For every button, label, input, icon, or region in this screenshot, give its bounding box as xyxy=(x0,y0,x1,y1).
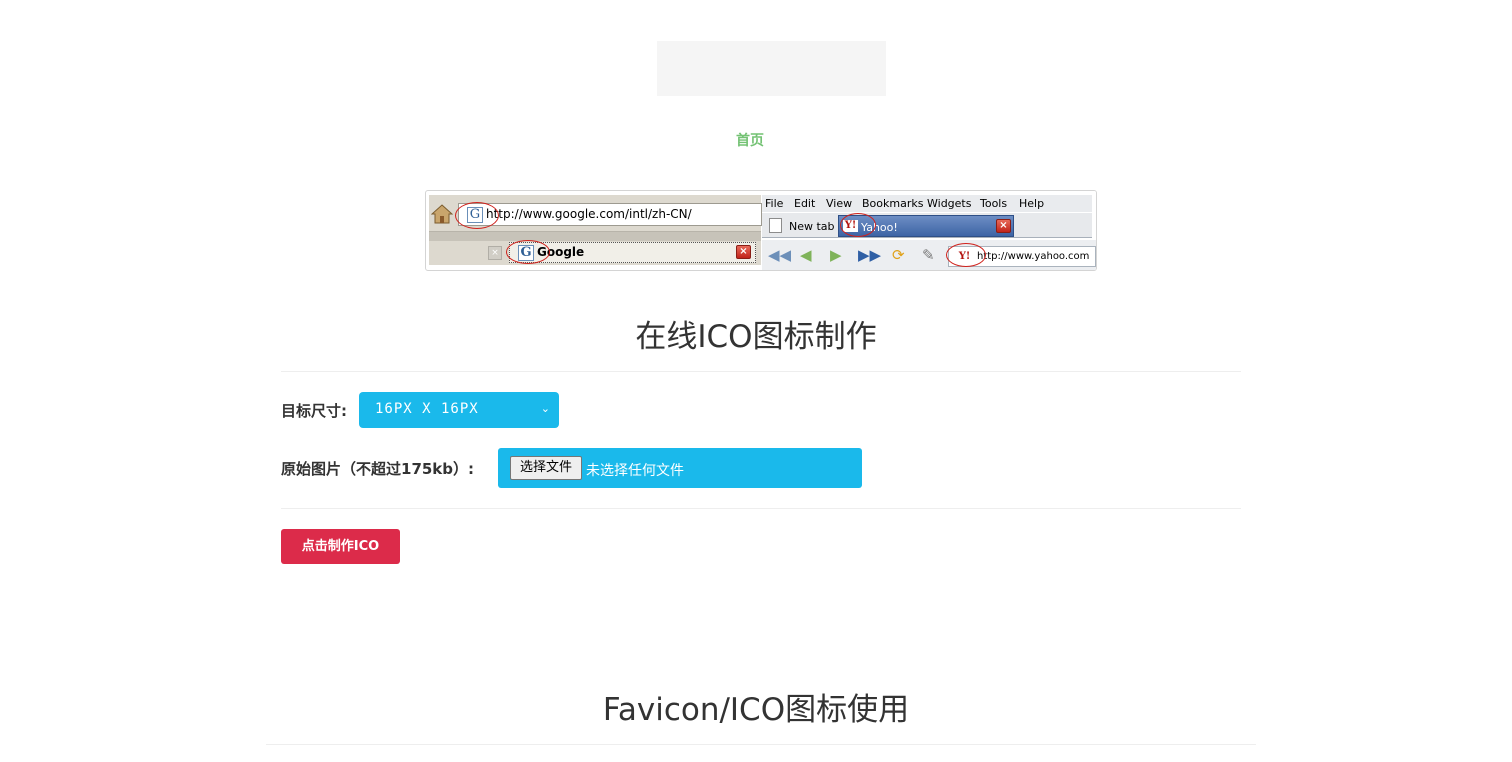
file-input[interactable]: 选择文件 未选择任何文件 xyxy=(498,448,862,488)
choose-file-button[interactable]: 选择文件 xyxy=(510,456,582,480)
pen-icon: ✎ xyxy=(922,246,935,264)
divider xyxy=(281,508,1241,509)
menu-item-widgets: Widgets xyxy=(927,197,972,210)
new-tab: New tab xyxy=(765,215,839,237)
size-select[interactable]: 16PX X 16PX ⌄ xyxy=(359,392,559,428)
size-label: 目标尺寸: xyxy=(281,402,347,420)
close-icon: × xyxy=(996,219,1011,233)
nav-home-link[interactable]: 首页 xyxy=(736,130,764,150)
menu-bar: File Edit View Bookmarks Widgets Tools H… xyxy=(762,195,1092,212)
favicon-demo-image: G http://www.google.com/intl/zh-CN/ × G … xyxy=(425,190,1097,271)
google-address-bar: G http://www.google.com/intl/zh-CN/ xyxy=(458,203,762,226)
highlight-oval xyxy=(946,243,986,267)
yahoo-url-text: http://www.yahoo.com xyxy=(977,251,1090,262)
close-icon: × xyxy=(488,246,502,260)
chevron-down-icon: ⌄ xyxy=(540,402,551,415)
make-ico-button[interactable]: 点击制作ICO xyxy=(281,529,400,564)
back-icon: ◀ xyxy=(800,246,812,264)
fast-forward-icon: ▶▶ xyxy=(858,246,882,264)
new-tab-label: New tab xyxy=(789,220,835,233)
reload-icon: ⟳ xyxy=(892,246,905,264)
yahoo-browser-demo: File Edit View Bookmarks Widgets Tools H… xyxy=(762,191,1096,270)
divider xyxy=(281,371,1241,372)
navigation-toolbar: ◀◀ ◀ ▶ ▶▶ ⟳ ✎ Y! http://www.yahoo.com xyxy=(762,240,1096,270)
menu-item-tools: Tools xyxy=(980,197,1008,210)
toolbar-divider xyxy=(429,231,761,241)
google-browser-demo: G http://www.google.com/intl/zh-CN/ × G … xyxy=(429,195,762,265)
forward-icon: ▶ xyxy=(830,246,842,264)
highlight-oval xyxy=(840,213,876,237)
google-url-text: http://www.google.com/intl/zh-CN/ xyxy=(486,207,692,221)
highlight-oval xyxy=(506,240,550,264)
size-select-value: 16PX X 16PX xyxy=(375,401,479,417)
menu-item-file: File xyxy=(765,197,784,210)
home-icon xyxy=(431,204,453,224)
section-title: Favicon/ICO图标使用 xyxy=(602,692,910,728)
menu-item-view: View xyxy=(826,197,853,210)
page-title: 在线ICO图标制作 xyxy=(635,319,877,355)
divider xyxy=(266,744,1256,745)
rewind-icon: ◀◀ xyxy=(768,246,792,264)
file-status-text: 未选择任何文件 xyxy=(586,463,684,479)
tab-row: New tab Y! Yahoo! × xyxy=(762,213,1092,238)
menu-item-bookmarks: Bookmarks xyxy=(862,197,924,210)
close-icon: × xyxy=(736,245,751,259)
highlight-oval xyxy=(455,202,499,229)
image-label: 原始图片（不超过175kb）: xyxy=(281,460,475,478)
menu-item-edit: Edit xyxy=(794,197,816,210)
logo-placeholder xyxy=(657,41,886,96)
doc-icon xyxy=(769,218,782,233)
menu-item-help: Help xyxy=(1019,197,1045,210)
